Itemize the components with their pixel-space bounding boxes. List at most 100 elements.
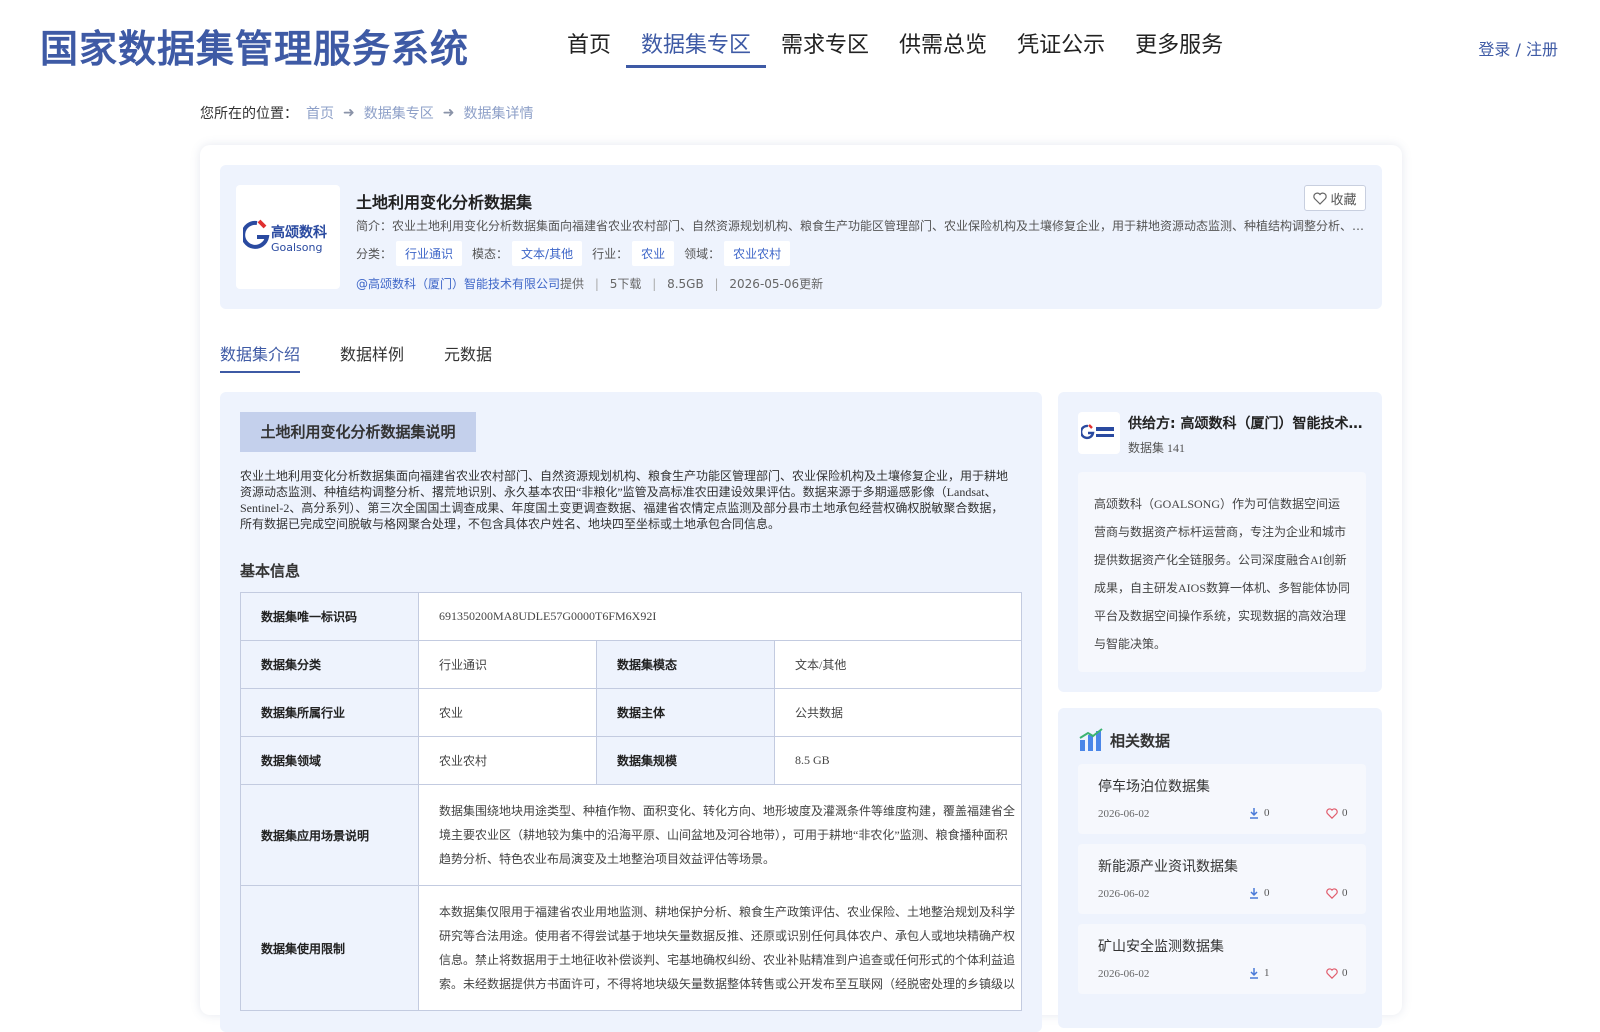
- provider-name[interactable]: 供给方: 高颂数科（厦门）智能技术有限公司: [1128, 413, 1368, 433]
- table-row: 数据集使用限制 本数据集仅限用于福建省农业用地监测、耕地保护分析、粮食生产政策评…: [240, 885, 1022, 1011]
- cell-limit-label: 数据集使用限制: [240, 885, 419, 1011]
- provider-card: 供给方: 高颂数科（厦门）智能技术有限公司 数据集 141 高颂数科（GOALS…: [1058, 392, 1382, 692]
- related-name[interactable]: 矿山安全监测数据集: [1098, 936, 1224, 956]
- dataset-summary: 简介：农业土地利用变化分析数据集面向福建省农业农村部门、自然资源规划机构、粮食生…: [356, 219, 1366, 233]
- tab-samples[interactable]: 数据样例: [340, 341, 404, 373]
- related-downloads: 0: [1248, 807, 1270, 819]
- related-downloads: 1: [1248, 967, 1270, 979]
- top-header: 国家数据集管理服务系统 首页 数据集专区 需求专区 供需总览 凭证公示 更多服务…: [0, 0, 1600, 92]
- table-row: 数据集应用场景说明 数据集围绕地块用途类型、种植作物、面积变化、转化方向、地形坡…: [240, 784, 1022, 886]
- breadcrumb-detail[interactable]: 数据集详情: [463, 103, 533, 123]
- related-name[interactable]: 新能源产业资讯数据集: [1098, 856, 1238, 876]
- goalsong-logo-icon: [1081, 424, 1114, 440]
- provider-suffix: 提供: [560, 277, 585, 291]
- login-register-link[interactable]: 登录 / 注册: [1478, 36, 1558, 60]
- tab-intro[interactable]: 数据集介绍: [220, 341, 301, 373]
- detail-tabs: 数据集介绍 数据样例 元数据: [220, 341, 532, 373]
- related-date: 2026-06-02: [1098, 968, 1150, 980]
- nav-demands[interactable]: 需求专区: [766, 28, 884, 68]
- provider-meta: @高颂数科（厦门）智能技术有限公司提供 | 5下载 | 8.5GB | 2026…: [356, 277, 824, 291]
- updated-date: 2026-05-06更新: [729, 277, 824, 291]
- related-likes: 0: [1326, 887, 1348, 899]
- related-downloads: 0: [1248, 887, 1270, 899]
- favorite-button[interactable]: 收藏: [1304, 185, 1366, 211]
- dataset-description: 农业土地利用变化分析数据集面向福建省农业农村部门、自然资源规划机构、粮食生产功能…: [240, 469, 1009, 531]
- cell-scale-label: 数据集规模: [596, 736, 775, 785]
- table-row: 数据集分类 行业通识 数据集模态 文本/其他: [240, 640, 1022, 689]
- related-date: 2026-06-02: [1098, 808, 1150, 820]
- nav-credentials[interactable]: 凭证公示: [1002, 28, 1120, 68]
- breadcrumb-prefix: 您所在的位置：: [200, 106, 298, 122]
- provider-logo: 高颂数科 Goalsong: [236, 185, 340, 289]
- breadcrumb-datasets[interactable]: 数据集专区: [364, 103, 434, 123]
- cell-industry-label: 数据集所属行业: [240, 688, 419, 737]
- favorite-label: 收藏: [1330, 192, 1357, 208]
- related-name[interactable]: 停车场泊位数据集: [1098, 776, 1210, 796]
- cell-limit-value: 本数据集仅限用于福建省农业用地监测、耕地保护分析、粮食生产政策评估、农业保险、土…: [418, 885, 1022, 1011]
- provider-intro: 高颂数科（GOALSONG）作为可信数据空间运营商与数据资产标杆运营商，专注为企…: [1078, 472, 1366, 672]
- cell-domain-label: 数据集领域: [240, 736, 419, 785]
- arrow-right-icon: ➜: [343, 105, 355, 121]
- provider-link[interactable]: @高颂数科（厦门）智能技术有限公司: [356, 277, 560, 291]
- breadcrumb: 您所在的位置： 首页 ➜ 数据集专区 ➜ 数据集详情: [200, 103, 533, 123]
- dataset-header: 高颂数科 Goalsong 土地利用变化分析数据集 简介：农业土地利用变化分析数…: [220, 165, 1382, 309]
- dataset-size: 8.5GB: [667, 277, 704, 291]
- related-data-card: 相关数据 停车场泊位数据集 2026-06-02 0 0 新能源产业资讯数据集 …: [1058, 708, 1382, 1028]
- site-title[interactable]: 国家数据集管理服务系统: [40, 18, 469, 73]
- intro-panel: 土地利用变化分析数据集说明 农业土地利用变化分析数据集面向福建省农业农村部门、自…: [220, 392, 1042, 1032]
- related-date: 2026-06-02: [1098, 888, 1150, 900]
- heart-icon: [1326, 807, 1338, 819]
- nav-home[interactable]: 首页: [552, 28, 626, 68]
- tag-category[interactable]: 行业通识: [396, 241, 463, 266]
- section-title: 土地利用变化分析数据集说明: [240, 412, 476, 452]
- nav-overview[interactable]: 供需总览: [884, 28, 1002, 68]
- arrow-right-icon: ➜: [442, 105, 455, 121]
- table-row: 数据集唯一标识码 691350200MA8UDLE57G0000T6FM6X92…: [240, 592, 1022, 641]
- tag-modality[interactable]: 文本/其他: [512, 241, 583, 266]
- download-count: 5下载: [609, 277, 642, 291]
- nav-more-services[interactable]: 更多服务: [1120, 28, 1238, 68]
- cell-category-label: 数据集分类: [240, 640, 419, 689]
- tag-label-category: 分类：: [356, 247, 393, 261]
- related-likes: 0: [1326, 967, 1348, 979]
- cell-category-value: 行业通识: [418, 640, 597, 689]
- cell-domain-value: 农业农村: [418, 736, 597, 785]
- logo-cn-text: 高颂数科: [271, 224, 327, 241]
- table-row: 数据集领域 农业农村 数据集规模 8.5 GB: [240, 736, 1022, 785]
- tag-industry[interactable]: 农业: [632, 241, 675, 266]
- tag-domain[interactable]: 农业农村: [724, 241, 791, 266]
- tab-metadata[interactable]: 元数据: [444, 341, 492, 373]
- related-data-title: 相关数据: [1110, 731, 1171, 750]
- heart-icon: [1326, 887, 1338, 899]
- provider-dataset-count: 数据集 141: [1128, 441, 1186, 455]
- cell-scale-value: 8.5 GB: [774, 736, 1022, 785]
- heart-icon: [1326, 967, 1338, 979]
- download-icon: [1250, 808, 1258, 819]
- related-likes: 0: [1326, 807, 1348, 819]
- basic-info-table: 数据集唯一标识码 691350200MA8UDLE57G0000T6FM6X92…: [240, 592, 1022, 1011]
- heart-icon: [1313, 192, 1328, 205]
- related-data-header: 相关数据: [1078, 728, 1170, 752]
- bar-chart-icon: [1079, 728, 1103, 751]
- tag-label-domain: 领域：: [684, 247, 721, 261]
- list-item[interactable]: 停车场泊位数据集 2026-06-02 0 0: [1078, 764, 1366, 834]
- dataset-detail-card: 高颂数科 Goalsong 土地利用变化分析数据集 简介：农业土地利用变化分析数…: [200, 145, 1402, 1032]
- list-item[interactable]: 矿山安全监测数据集 2026-06-02 1 0: [1078, 924, 1366, 994]
- cell-subject-value: 公共数据: [774, 688, 1022, 737]
- cell-id-label: 数据集唯一标识码: [240, 592, 419, 641]
- cell-modality-label: 数据集模态: [596, 640, 775, 689]
- logo-en-text: Goalsong: [271, 241, 322, 254]
- provider-small-logo: [1078, 412, 1120, 454]
- dataset-title: 土地利用变化分析数据集: [356, 193, 533, 212]
- table-row: 数据集所属行业 农业 数据主体 公共数据: [240, 688, 1022, 737]
- cell-modality-value: 文本/其他: [774, 640, 1022, 689]
- tag-label-modality: 模态：: [472, 247, 509, 261]
- nav-datasets[interactable]: 数据集专区: [626, 28, 767, 68]
- download-icon: [1250, 968, 1258, 979]
- basic-info-title: 基本信息: [240, 562, 301, 580]
- list-item[interactable]: 新能源产业资讯数据集 2026-06-02 0 0: [1078, 844, 1366, 914]
- tag-label-industry: 行业：: [592, 247, 629, 261]
- cell-id-value: 691350200MA8UDLE57G0000T6FM6X92I: [418, 592, 1022, 641]
- breadcrumb-home[interactable]: 首页: [306, 103, 334, 123]
- cell-subject-label: 数据主体: [596, 688, 775, 737]
